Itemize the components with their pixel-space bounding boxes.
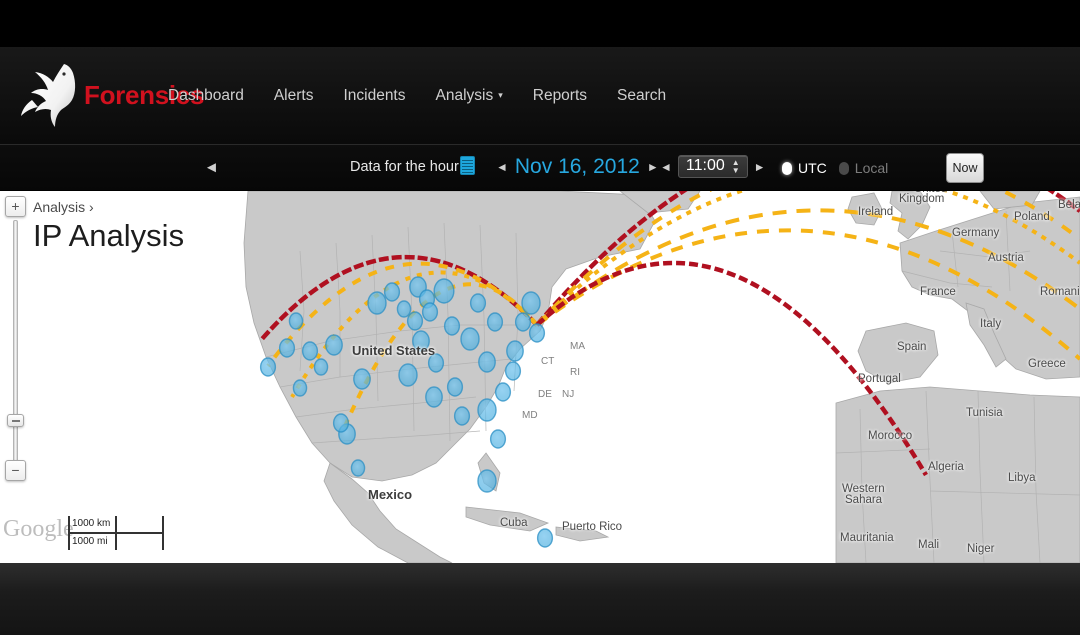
ip-bubble[interactable] xyxy=(489,429,507,449)
nav-item-label: Reports xyxy=(532,86,588,104)
ip-bubble[interactable] xyxy=(406,311,424,331)
nav-item-alerts[interactable]: Alerts xyxy=(274,87,314,105)
time-value: 11:00 xyxy=(685,157,725,174)
ip-bubble[interactable] xyxy=(288,312,304,330)
ip-bubble[interactable] xyxy=(478,351,496,373)
timezone-option-local[interactable]: Local xyxy=(838,160,889,176)
time-next-arrow[interactable]: ► xyxy=(754,161,766,173)
ip-bubble[interactable] xyxy=(313,358,329,376)
scale-tick xyxy=(162,516,164,550)
time-selector: ◄ 11:00 ▲ ▼ ► xyxy=(660,155,766,178)
timezone-radio-group: UTC Local xyxy=(782,160,888,176)
ip-bubble[interactable] xyxy=(433,278,455,304)
toolbar-label: Data for the hour xyxy=(350,159,459,175)
nav-links: Dashboard Alerts Incidents Analysis ▾ Rep… xyxy=(168,47,666,144)
ip-bubble[interactable] xyxy=(506,340,524,362)
letterbox-top xyxy=(0,0,1080,47)
now-button-label: Now xyxy=(952,161,978,175)
nav-item-search[interactable]: Search xyxy=(617,87,666,105)
time-stepper[interactable]: ▲ ▼ xyxy=(732,158,740,174)
ip-bubble[interactable] xyxy=(325,334,343,356)
timezone-label: Local xyxy=(854,160,889,176)
calendar-icon[interactable] xyxy=(460,156,475,175)
ip-bubble[interactable] xyxy=(278,338,296,358)
nav-item-dashboard[interactable]: Dashboard xyxy=(168,87,244,105)
chevron-down-icon: ▾ xyxy=(498,89,503,100)
ip-bubble[interactable] xyxy=(477,469,497,493)
ip-bubble[interactable] xyxy=(421,302,439,322)
ip-bubble[interactable] xyxy=(292,379,308,397)
navbar: Forensics Dashboard Alerts Incidents Ana… xyxy=(0,47,1080,144)
ip-bubble[interactable] xyxy=(332,413,350,433)
timezone-label: UTC xyxy=(798,160,827,176)
toolbar-prev-arrow[interactable]: ◄ xyxy=(204,160,219,175)
breadcrumb[interactable]: Analysis › xyxy=(33,199,94,215)
ip-bubble[interactable] xyxy=(504,361,522,381)
nav-item-label: Alerts xyxy=(273,86,314,104)
scale-label-mi: 1000 mi xyxy=(72,536,108,547)
radio-dot-icon xyxy=(838,161,849,175)
nav-item-label: Analysis xyxy=(435,86,494,104)
ip-bubble[interactable] xyxy=(367,291,387,315)
zoom-out-button[interactable]: − xyxy=(5,460,26,481)
date-selector: ◄ Nov 16, 2012 ► xyxy=(496,155,659,179)
zoom-slider-track[interactable] xyxy=(13,220,18,468)
page-title: IP Analysis xyxy=(33,218,185,253)
zoom-slider-handle[interactable] xyxy=(7,414,24,427)
now-button[interactable]: Now xyxy=(946,153,984,183)
nav-item-reports[interactable]: Reports xyxy=(533,87,587,105)
timezone-option-utc[interactable]: UTC xyxy=(782,160,827,176)
stepper-up-icon[interactable]: ▲ xyxy=(732,158,740,166)
ip-bubble[interactable] xyxy=(301,341,319,361)
scale-label-km: 1000 km xyxy=(72,518,111,529)
ip-bubble[interactable] xyxy=(477,398,497,422)
ip-bubble[interactable] xyxy=(396,300,412,318)
nav-item-analysis[interactable]: Analysis ▾ xyxy=(436,87,503,105)
nav-item-incidents[interactable]: Incidents xyxy=(343,87,405,105)
scale-tick xyxy=(115,516,117,550)
date-value[interactable]: Nov 16, 2012 xyxy=(515,155,640,179)
ip-bubble[interactable] xyxy=(460,327,480,351)
forensics-app: Forensics Dashboard Alerts Incidents Ana… xyxy=(0,0,1080,635)
ip-bubble[interactable] xyxy=(536,528,554,548)
ip-bubble[interactable] xyxy=(398,363,418,387)
stepper-down-icon[interactable]: ▼ xyxy=(732,166,740,174)
ip-bubble[interactable] xyxy=(443,316,461,336)
ip-bubble[interactable] xyxy=(412,330,430,352)
ip-bubble[interactable] xyxy=(514,312,532,332)
eagle-icon xyxy=(20,60,82,130)
date-next-arrow[interactable]: ► xyxy=(647,161,659,173)
nav-item-label: Dashboard xyxy=(168,86,244,104)
zoom-in-button[interactable]: + xyxy=(5,196,26,217)
ip-bubble[interactable] xyxy=(446,377,464,397)
ip-bubble[interactable] xyxy=(528,323,546,343)
ip-bubble[interactable] xyxy=(425,386,443,408)
map-scale-bar: 1000 km 1000 mi xyxy=(68,516,164,550)
scores-bar: Top IP Scores for This Hour Man in Brows… xyxy=(0,563,1080,635)
nav-item-label: Search xyxy=(617,86,667,104)
ip-bubble[interactable] xyxy=(521,291,541,315)
ip-bubble[interactable] xyxy=(383,282,401,302)
radio-dot-icon xyxy=(782,161,792,175)
map-canvas[interactable]: United States Mexico Cuba Puerto Rico Irelan… xyxy=(0,191,1080,563)
scale-tick xyxy=(68,516,70,550)
ip-bubble[interactable] xyxy=(427,353,445,373)
date-prev-arrow[interactable]: ◄ xyxy=(496,161,508,173)
nav-item-label: Incidents xyxy=(343,86,406,104)
map-zoom-control[interactable]: + − xyxy=(5,196,27,481)
ip-bubble[interactable] xyxy=(469,293,487,313)
ip-bubble[interactable] xyxy=(259,357,277,377)
time-prev-arrow[interactable]: ◄ xyxy=(660,161,672,173)
ip-bubble[interactable] xyxy=(486,312,504,332)
time-input[interactable]: 11:00 ▲ ▼ xyxy=(677,155,748,178)
ip-bubble[interactable] xyxy=(453,406,471,426)
ip-bubble[interactable] xyxy=(350,459,366,477)
ip-bubble[interactable] xyxy=(494,382,512,402)
time-toolbar: ◄ Data for the hour ◄ Nov 16, 2012 ► ◄ 1… xyxy=(0,144,1080,191)
google-attribution: Google xyxy=(3,516,74,542)
ip-bubble[interactable] xyxy=(353,368,371,390)
